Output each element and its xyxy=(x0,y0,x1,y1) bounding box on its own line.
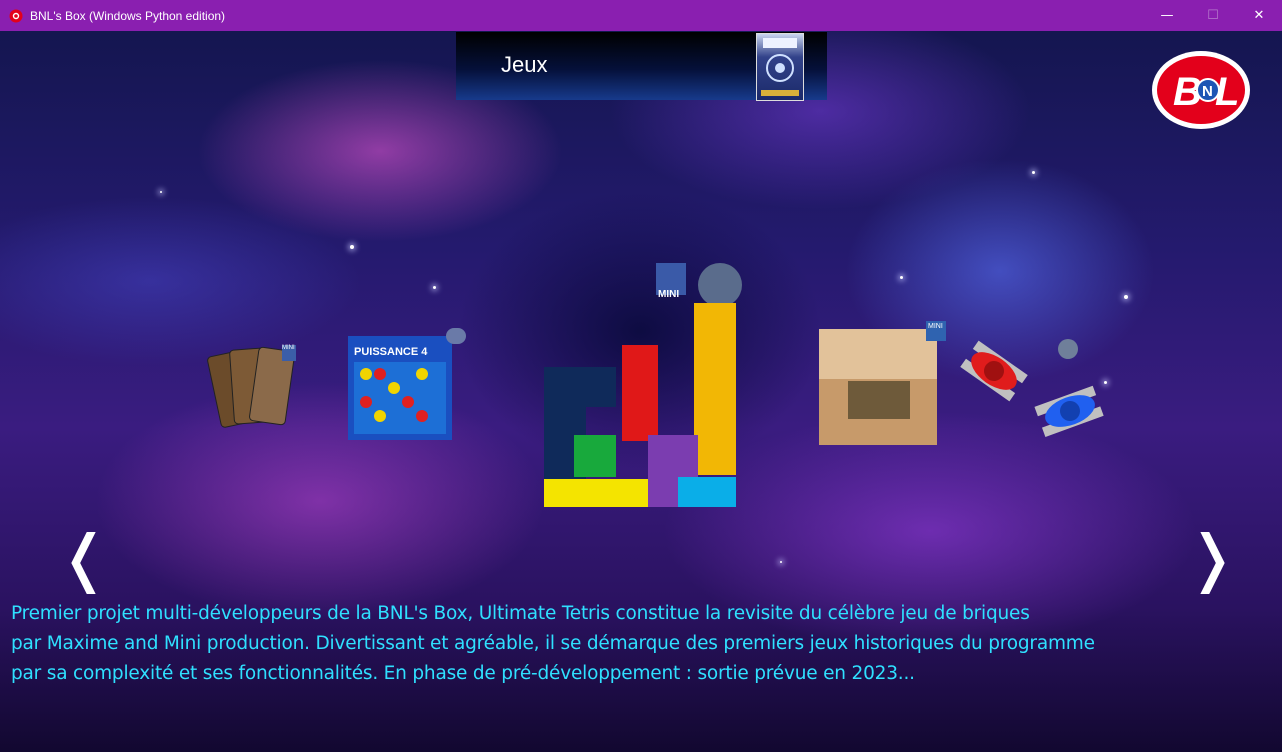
maximize-button[interactable]: ☐ xyxy=(1190,0,1236,31)
close-button[interactable]: ✕ xyxy=(1236,0,1282,31)
app-window: BNL's Box (Windows Python edition) — ☐ ✕… xyxy=(0,0,1282,752)
star xyxy=(433,286,436,289)
game-card-tanks[interactable] xyxy=(958,331,1108,441)
game-description: Premier projet multi-développeurs de la … xyxy=(11,599,1161,689)
game-title-label: PUISSANCE 4 xyxy=(354,346,428,358)
star xyxy=(160,191,162,193)
category-poster-image xyxy=(756,33,804,101)
star xyxy=(350,245,354,249)
game-card-puissance-4[interactable]: PUISSANCE 4 xyxy=(346,326,468,444)
svg-text:N: N xyxy=(1202,83,1213,100)
description-line: Premier projet multi-développeurs de la … xyxy=(11,603,1030,624)
game-card-wall-e[interactable]: MINI xyxy=(818,321,948,449)
bnl-logo: B L N xyxy=(1152,51,1250,129)
category-title: Jeux xyxy=(501,52,548,77)
star xyxy=(1124,295,1128,299)
window-title: BNL's Box (Windows Python edition) xyxy=(30,8,226,23)
game-card-ultimate-tetris[interactable]: MINI xyxy=(540,255,746,510)
next-arrow-button[interactable]: ❭ xyxy=(1186,527,1238,589)
description-line: par sa complexité et ses fonctionnalités… xyxy=(11,663,915,684)
mini-badge: MINI xyxy=(282,345,295,351)
mini-badge: MINI xyxy=(928,323,943,330)
galaxy-background: Jeux B L N MINI PUISSANCE 4 MINI MINI ❬ … xyxy=(0,31,1282,752)
game-card-cards[interactable]: MINI xyxy=(200,343,310,439)
title-bar[interactable]: BNL's Box (Windows Python edition) — ☐ ✕ xyxy=(0,0,1282,31)
window-controls: — ☐ ✕ xyxy=(1144,0,1282,31)
minimize-button[interactable]: — xyxy=(1144,0,1190,31)
previous-arrow-button[interactable]: ❬ xyxy=(58,527,110,589)
star xyxy=(1032,171,1035,174)
app-icon xyxy=(9,9,23,22)
category-header: Jeux xyxy=(456,32,827,101)
mini-badge: MINI xyxy=(658,289,680,300)
description-line: par Maxime and Mini production. Divertis… xyxy=(11,633,1095,654)
star xyxy=(780,561,782,563)
star xyxy=(900,276,903,279)
